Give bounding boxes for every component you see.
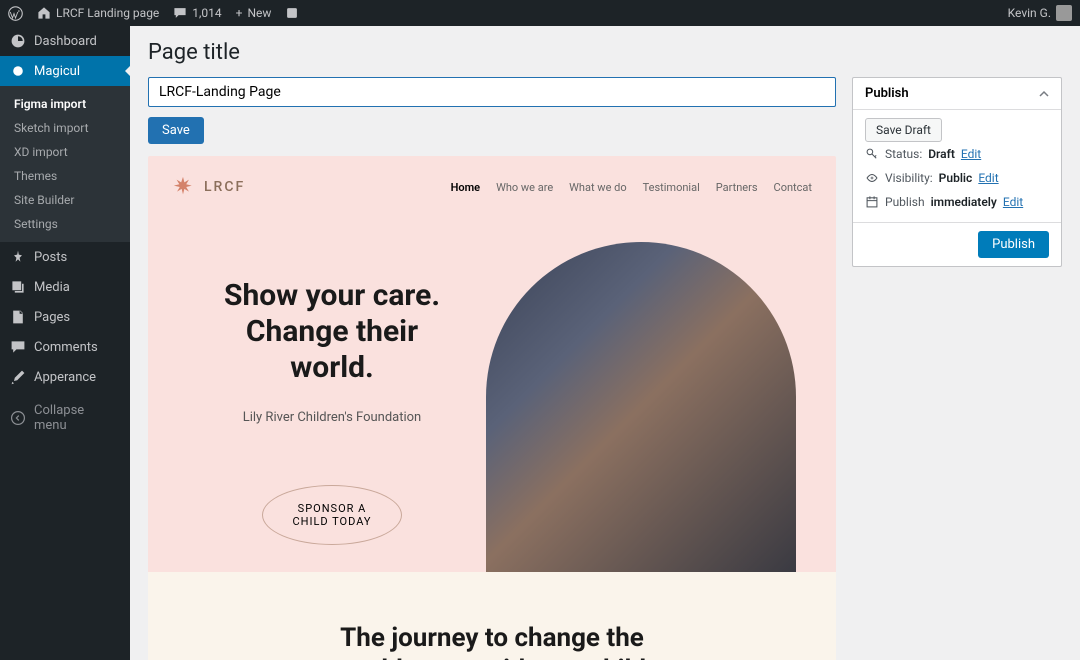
admin-sidebar: Dashboard Magicul Figma import Sketch im… [0, 26, 130, 660]
calendar-icon [865, 195, 879, 209]
brush-icon [10, 369, 26, 385]
preview-logo[interactable]: LRCF [172, 176, 245, 198]
preview-section-2: The journey to change the world starts w… [148, 572, 836, 660]
nav-home[interactable]: Home [451, 181, 481, 194]
sidebar-subitem-themes[interactable]: Themes [0, 164, 130, 188]
sidebar-label: Comments [34, 340, 98, 355]
chevron-up-icon [1039, 89, 1049, 99]
sidebar-item-posts[interactable]: Posts [0, 242, 130, 272]
sidebar-label: Posts [34, 250, 67, 265]
yoast-icon[interactable] [285, 6, 299, 20]
edit-visibility-link[interactable]: Edit [978, 171, 998, 185]
nav-partners[interactable]: Partners [716, 181, 758, 194]
main-content: Page title Save LRCF Home Who we are Wha… [130, 26, 1080, 660]
sponsor-cta-button[interactable]: SPONSOR A CHILD TODAY [262, 485, 402, 545]
sidebar-subitem-sketch[interactable]: Sketch import [0, 116, 130, 140]
preview-nav-links: Home Who we are What we do Testimonial P… [451, 181, 812, 194]
sidebar-item-media[interactable]: Media [0, 272, 130, 302]
sidebar-label: Apperance [34, 370, 96, 385]
hero-subtitle: Lily River Children's Foundation [208, 410, 456, 425]
sidebar-item-pages[interactable]: Pages [0, 302, 130, 332]
sidebar-subitem-sitebuilder[interactable]: Site Builder [0, 188, 130, 212]
schedule-row: Publish immediately Edit [865, 190, 1049, 214]
sidebar-subitem-settings[interactable]: Settings [0, 212, 130, 236]
hero-image [486, 242, 796, 572]
collapse-icon [10, 410, 26, 426]
sidebar-item-comments[interactable]: Comments [0, 332, 130, 362]
pages-icon [10, 309, 26, 325]
avatar [1056, 5, 1072, 21]
page-preview: LRCF Home Who we are What we do Testimon… [148, 156, 836, 660]
sidebar-label: Collapse menu [34, 403, 120, 433]
comments-link[interactable]: 1,014 [173, 6, 221, 20]
publish-header-label: Publish [865, 86, 909, 101]
user-menu[interactable]: Kevin G. [1008, 5, 1072, 21]
edit-schedule-link[interactable]: Edit [1003, 195, 1023, 209]
sidebar-item-magicul[interactable]: Magicul [0, 56, 130, 86]
nav-what[interactable]: What we do [569, 181, 626, 194]
comment-count: 1,014 [192, 6, 221, 20]
key-icon [865, 147, 879, 161]
wp-logo[interactable] [8, 6, 23, 21]
sidebar-label: Dashboard [34, 34, 97, 49]
media-icon [10, 279, 26, 295]
pin-icon [10, 249, 26, 265]
page-title-heading: Page title [148, 40, 1062, 65]
nav-contact[interactable]: Contcat [774, 181, 812, 194]
nav-who[interactable]: Who we are [496, 181, 553, 194]
dashboard-icon [10, 33, 26, 49]
publish-button[interactable]: Publish [978, 231, 1049, 258]
publish-box-header[interactable]: Publish [853, 78, 1061, 110]
hero-headline: Show your care. Change their world. [208, 278, 456, 386]
status-row: Status: Draft Edit [865, 142, 1049, 166]
sidebar-item-appearance[interactable]: Apperance [0, 362, 130, 392]
save-button[interactable]: Save [148, 117, 204, 144]
sidebar-label: Pages [34, 310, 70, 325]
plus-icon: + [236, 6, 243, 20]
sidebar-subitem-figma[interactable]: Figma import [0, 92, 130, 116]
publish-box: Publish Save Draft Status: Draft Edit Vi… [852, 77, 1062, 267]
eye-icon [865, 171, 879, 185]
user-name: Kevin G. [1008, 6, 1051, 20]
star-icon [172, 176, 194, 198]
edit-status-link[interactable]: Edit [961, 147, 981, 161]
magicul-icon [10, 63, 26, 79]
page-title-input[interactable] [148, 77, 836, 107]
site-name-text: LRCF Landing page [56, 6, 159, 20]
sidebar-label: Media [34, 280, 70, 295]
new-link[interactable]: + New [236, 6, 272, 20]
sidebar-item-collapse[interactable]: Collapse menu [0, 396, 130, 440]
nav-testimonial[interactable]: Testimonial [643, 181, 700, 194]
site-name-link[interactable]: LRCF Landing page [37, 6, 159, 20]
admin-bar: LRCF Landing page 1,014 + New Kevin G. [0, 0, 1080, 26]
section-headline: The journey to change the world starts w… [188, 622, 796, 660]
comments-icon [10, 339, 26, 355]
preview-hero: Show your care. Change their world. Lily… [148, 218, 836, 572]
sidebar-subitem-xd[interactable]: XD import [0, 140, 130, 164]
visibility-row: Visibility: Public Edit [865, 166, 1049, 190]
brand-text: LRCF [204, 179, 245, 195]
sidebar-label: Magicul [34, 64, 80, 79]
sidebar-submenu: Figma import Sketch import XD import The… [0, 86, 130, 242]
sidebar-item-dashboard[interactable]: Dashboard [0, 26, 130, 56]
new-label: New [247, 6, 271, 20]
save-draft-button[interactable]: Save Draft [865, 118, 942, 142]
preview-nav: LRCF Home Who we are What we do Testimon… [148, 156, 836, 218]
